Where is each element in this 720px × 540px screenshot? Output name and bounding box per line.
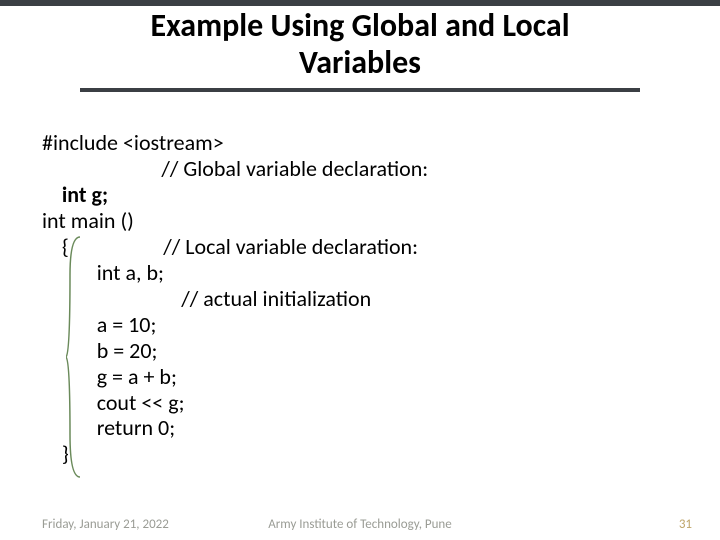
code-line: return 0; <box>42 415 428 441</box>
brace-icon <box>66 235 86 480</box>
slide: Example Using Global and Local Variables… <box>0 0 720 540</box>
code-line: // Global variable declaration: <box>42 156 428 182</box>
code-bold: int g; <box>62 181 108 208</box>
code-line: } <box>42 441 428 467</box>
code-line: int main () <box>42 208 428 234</box>
code-line: int g; <box>42 182 428 208</box>
code-line: { // Local variable declaration: <box>42 234 428 260</box>
code-line: b = 20; <box>42 338 428 364</box>
footer-page: 31 <box>679 517 692 532</box>
code-line: int a, b; <box>42 260 428 286</box>
code-line: #include <iostream> <box>42 130 428 156</box>
code-line: g = a + b; <box>42 364 428 390</box>
code-line: // actual initialization <box>42 286 428 312</box>
title-line-2: Variables <box>299 43 421 82</box>
title-line-1: Example Using Global and Local <box>150 6 569 45</box>
code-line: a = 10; <box>42 312 428 338</box>
slide-title: Example Using Global and Local Variables <box>0 8 720 82</box>
code-line: cout << g; <box>42 390 428 416</box>
code-block: #include <iostream> // Global variable d… <box>42 130 428 467</box>
title-underline <box>80 88 640 92</box>
footer-center: Army Institute of Technology, Pune <box>0 517 720 532</box>
